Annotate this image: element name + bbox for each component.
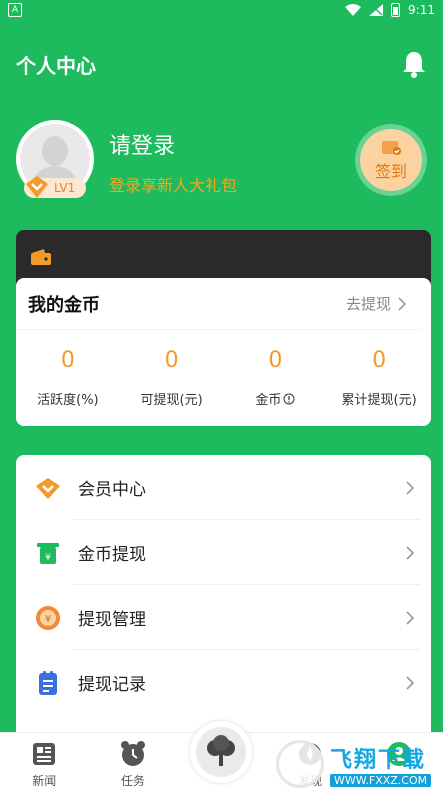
menu-item-label: 会员中心 [78, 480, 146, 500]
svg-text:¥: ¥ [45, 614, 51, 625]
compass-icon [299, 743, 322, 765]
coin-manage-icon: ¥ [36, 605, 60, 630]
coin-stats: 0 活跃度(%) 0 可提现(元) 0 金币 0 累计提现(元) [16, 330, 431, 426]
calendar-check-icon [382, 141, 401, 155]
menu-item-coin-withdraw[interactable]: ¥ 金币提现 [16, 520, 431, 585]
menu-item-vip[interactable]: 会员中心 [16, 455, 431, 520]
chevron-right-icon [406, 545, 415, 560]
tab-news[interactable]: 新闻 [0, 733, 89, 795]
coins-title: 我的金币 [28, 294, 100, 316]
level-badge: LV1 [24, 176, 86, 198]
withdraw-link-label: 去提现 [345, 295, 391, 313]
menu-item-label: 提现记录 [78, 675, 146, 695]
tab-label: 我的 [386, 774, 411, 788]
menu-item-withdraw-record[interactable]: 提现记录 [16, 650, 431, 715]
diamond-icon [36, 477, 60, 499]
chevron-right-icon [406, 480, 415, 495]
tab-center [177, 721, 266, 795]
chevron-right-icon [406, 610, 415, 625]
menu-item-label: 提现管理 [78, 610, 146, 630]
tab-label: 新闻 [32, 774, 57, 788]
battery-icon [391, 3, 401, 17]
tab-mine[interactable]: 我的 [354, 733, 443, 795]
page-title: 个人中心 [16, 53, 96, 78]
tab-discover[interactable]: 发现 [266, 733, 355, 795]
stat-activity[interactable]: 0 活跃度(%) [16, 330, 120, 426]
tab-label: 发现 [298, 774, 323, 788]
wifi-icon [345, 4, 362, 16]
stat-label-wrap: 金币 [255, 389, 295, 408]
tab-tasks[interactable]: 任务 [89, 733, 178, 795]
withdraw-link[interactable]: 去提现 [346, 293, 407, 314]
checkin-label: 签到 [374, 162, 407, 181]
bottom-tab-bar: 新闻 任务 发现 我的 [0, 721, 443, 795]
stat-label: 可提现(元) [140, 393, 203, 408]
stat-value: 0 [60, 348, 75, 373]
stat-label: 累计提现(元) [341, 393, 417, 408]
login-subtitle[interactable]: 登录享新人大礼包 [109, 172, 237, 196]
signal-icon [369, 4, 384, 16]
coins-card: 我的金币 去提现 0 活跃度(%) 0 可提现(元) 0 金币 0 累计提现(元… [16, 278, 431, 426]
bell-icon[interactable] [401, 50, 427, 78]
header: 个人中心 [0, 44, 443, 84]
stat-label: 活跃度(%) [37, 393, 99, 408]
status-bar: A 9:11 [0, 0, 443, 20]
tree-button[interactable] [190, 721, 253, 783]
stat-withdrawable[interactable]: 0 可提现(元) [120, 330, 224, 426]
menu-item-label: 金币提现 [78, 545, 146, 565]
status-time: 9:11 [408, 3, 435, 17]
menu-item-withdraw-manage[interactable]: ¥ 提现管理 [16, 585, 431, 650]
chevron-right-icon [398, 296, 407, 311]
user-icon [386, 742, 411, 766]
level-text: LV1 [54, 181, 76, 195]
login-prompt[interactable]: 请登录 [109, 128, 175, 160]
chevron-right-icon [406, 675, 415, 690]
notification-icon: A [8, 3, 22, 17]
wallet-icon [31, 249, 51, 265]
record-icon [39, 670, 57, 695]
stat-value: 0 [372, 348, 387, 373]
newspaper-icon [33, 743, 56, 765]
tab-label: 任务 [120, 774, 145, 788]
stat-value: 0 [268, 348, 283, 373]
checkin-button[interactable]: 签到 [355, 124, 427, 196]
menu-card: 会员中心 ¥ 金币提现 ¥ 提现管理 提现记录 [16, 455, 431, 755]
stat-label: 金币 [255, 393, 282, 408]
profile-section: LV1 请登录 登录享新人大礼包 签到 [16, 120, 427, 210]
stat-total-withdrawn[interactable]: 0 累计提现(元) [327, 330, 431, 426]
stat-coins[interactable]: 0 金币 [224, 330, 328, 426]
svg-text:¥: ¥ [45, 553, 51, 563]
level-diamond-icon [26, 176, 48, 198]
cash-withdraw-icon: ¥ [37, 542, 59, 564]
tree-icon [207, 735, 236, 766]
info-icon[interactable] [283, 393, 295, 405]
stat-value: 0 [164, 348, 179, 373]
alarm-clock-icon [120, 741, 145, 766]
